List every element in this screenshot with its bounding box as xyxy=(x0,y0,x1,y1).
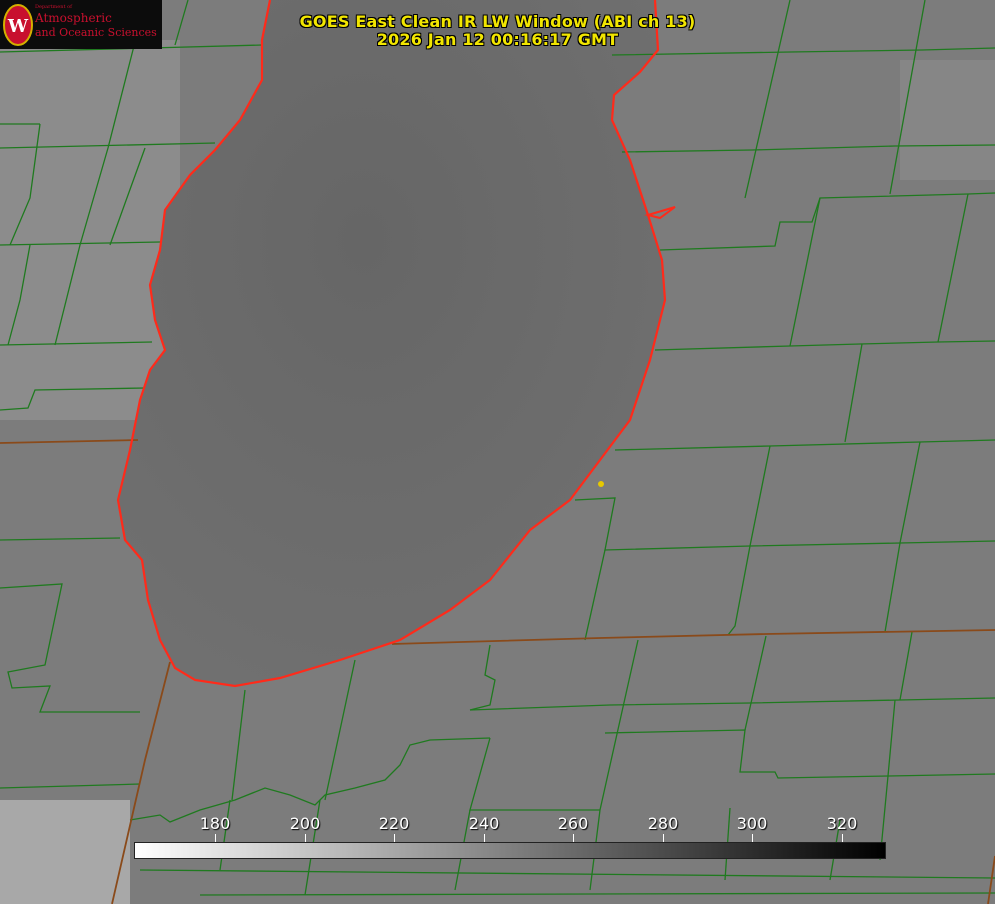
colorbar-tick-mark xyxy=(484,834,485,842)
colorbar-tick-label: 200 xyxy=(289,814,321,833)
colorbar-tick-mark xyxy=(215,834,216,842)
colorbar-tick-label: 260 xyxy=(557,814,589,833)
land-patch-east xyxy=(900,60,995,180)
colorbar-tick-mark xyxy=(394,834,395,842)
logo-department-text: Department of xyxy=(35,4,72,10)
colorbar xyxy=(134,842,886,859)
satellite-image-view: W Department of Atmospheric and Oceanic … xyxy=(0,0,995,904)
image-timestamp: 2026 Jan 12 00:16:17 GMT xyxy=(376,30,619,49)
colorbar-tick-label: 240 xyxy=(468,814,500,833)
image-title: GOES East Clean IR LW Window (ABI ch 13) xyxy=(299,12,696,31)
colorbar-tick-mark xyxy=(842,834,843,842)
satellite-map xyxy=(0,0,995,904)
location-marker xyxy=(598,481,604,487)
colorbar-tick-label: 220 xyxy=(378,814,410,833)
colorbar-tick-label: 300 xyxy=(736,814,768,833)
land-bright-patch-southwest xyxy=(0,800,130,904)
colorbar-tick-mark xyxy=(752,834,753,842)
colorbar-tick-label: 320 xyxy=(826,814,858,833)
colorbar-tick-label: 280 xyxy=(647,814,679,833)
land-bright-patch-west xyxy=(0,40,180,420)
colorbar-tick-label: 180 xyxy=(199,814,231,833)
colorbar-tick-mark xyxy=(305,834,306,842)
colorbar-tick-mark xyxy=(573,834,574,842)
colorbar-tick-mark xyxy=(663,834,664,842)
